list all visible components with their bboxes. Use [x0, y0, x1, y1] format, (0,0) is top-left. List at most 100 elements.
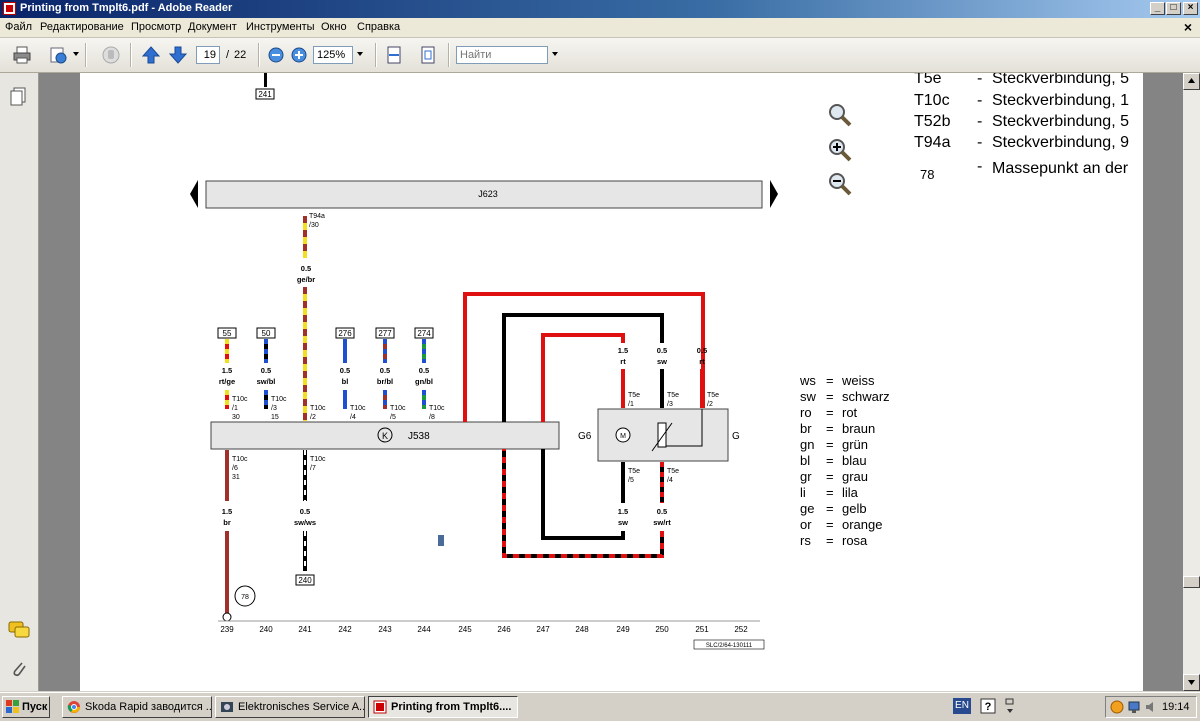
connector-label: T10c: [310, 405, 326, 412]
scroll-up-button[interactable]: [1183, 73, 1200, 90]
connector-pin2: 15: [271, 414, 279, 421]
menu-tools[interactable]: Инструменты: [246, 21, 315, 33]
legend-text: Steckverbindung, 5: [992, 73, 1129, 87]
document-close-button[interactable]: ×: [1184, 19, 1192, 35]
column-number: 240: [259, 625, 273, 634]
taskbar-item-elsa[interactable]: Elektronisches Service A...: [215, 696, 365, 718]
connector-label: T10c: [310, 456, 326, 463]
wire-color: sw/bl: [257, 377, 276, 386]
ref-label: 50: [262, 329, 271, 338]
column-number: 242: [338, 625, 352, 634]
menu-edit[interactable]: Редактирование: [40, 21, 124, 33]
connector-label: T5e: [667, 392, 679, 399]
wire-size: 0.5: [301, 264, 311, 273]
pages-icon[interactable]: [10, 87, 28, 107]
component-legend: T5e - Steckverbindung, 5 T10c - Steckver…: [914, 73, 1129, 182]
connector-label: T5e: [628, 468, 640, 475]
comments-icon[interactable]: [8, 621, 30, 639]
arrow-down-icon: [1188, 680, 1195, 685]
connector-pin: /4: [350, 414, 356, 421]
page-number-input[interactable]: [196, 46, 220, 64]
menu-document[interactable]: Документ: [188, 21, 237, 33]
zoom-level-input[interactable]: [313, 46, 353, 64]
menu-file[interactable]: Файл: [5, 21, 32, 33]
magnifier-icon[interactable]: [829, 104, 852, 127]
ime-icon[interactable]: [1004, 697, 1016, 715]
color-eq: =: [826, 485, 834, 500]
clock: 19:14: [1162, 701, 1190, 713]
chrome-icon: [67, 701, 80, 713]
start-button[interactable]: Пуск: [2, 696, 50, 718]
fit-page-icon[interactable]: [418, 45, 438, 65]
legend-text: Massepunkt an der: [992, 160, 1129, 177]
search-dropdown-arrow[interactable]: [552, 52, 558, 56]
ground-ref-label: 78: [241, 594, 249, 601]
page-total: 22: [234, 49, 247, 61]
zoom-out-icon[interactable]: [266, 45, 286, 65]
email-dropdown-arrow[interactable]: [73, 52, 79, 56]
fit-width-icon[interactable]: [384, 45, 404, 65]
ref-label: 277: [378, 329, 392, 338]
maximize-button[interactable]: □: [1166, 2, 1181, 15]
wire-color: br: [223, 518, 231, 527]
connector-pin: /8: [429, 414, 435, 421]
legend-dash: -: [977, 158, 982, 175]
wire-size: 0.5: [300, 507, 310, 516]
ref-label: 241: [258, 90, 272, 99]
legend-code: T10c: [914, 92, 950, 109]
column-number: 239: [220, 625, 234, 634]
previous-page-icon[interactable]: [141, 45, 161, 65]
toolbar-separator: [448, 43, 450, 67]
scroll-thumb[interactable]: [1183, 576, 1200, 588]
wire-color: ge/br: [297, 275, 315, 284]
legend-code: 78: [920, 167, 934, 182]
hand-tool-icon[interactable]: [101, 45, 121, 65]
minimize-button[interactable]: _: [1150, 2, 1165, 15]
toolbar-separator: [258, 43, 260, 67]
wire-size: 0.5: [419, 366, 429, 375]
vertical-scrollbar[interactable]: [1183, 73, 1200, 691]
module-symbol-label: K: [382, 431, 388, 441]
network-icon[interactable]: [1127, 700, 1141, 714]
menu-help[interactable]: Справка: [357, 21, 400, 33]
taskbar-item-chrome[interactable]: Skoda Rapid заводится ...: [62, 696, 212, 718]
wire-size: 0.5: [340, 366, 350, 375]
help-icon[interactable]: ?: [980, 698, 996, 714]
connector-label: T5e: [707, 392, 719, 399]
color-name: braun: [842, 421, 875, 436]
language-indicator[interactable]: EN: [953, 698, 971, 714]
menu-window[interactable]: Окно: [321, 21, 347, 33]
task-label: Printing from Tmplt6....: [391, 701, 512, 713]
zoom-in-magnifier-icon[interactable]: [829, 139, 852, 162]
wire-size: 1.5: [618, 346, 628, 355]
column-number: 245: [458, 625, 472, 634]
email-icon[interactable]: [48, 45, 68, 65]
legend-code: T52b: [914, 113, 951, 130]
print-icon[interactable]: [12, 45, 32, 65]
windows-logo-icon: [6, 700, 19, 713]
color-eq: =: [826, 437, 834, 452]
column-number: 252: [734, 625, 748, 634]
attachments-icon[interactable]: [10, 659, 28, 679]
next-page-icon[interactable]: [168, 45, 188, 65]
svg-text:?: ?: [985, 701, 992, 713]
color-name: weiss: [841, 373, 875, 388]
task-label: Skoda Rapid заводится ...: [85, 701, 212, 713]
antivirus-icon[interactable]: [1110, 700, 1124, 714]
scroll-down-button[interactable]: [1183, 674, 1200, 691]
taskbar-item-adobe-reader[interactable]: Printing from Tmplt6....: [368, 696, 518, 718]
connector-label: T10c: [390, 405, 406, 412]
column-number: 251: [695, 625, 709, 634]
search-input[interactable]: [456, 46, 548, 64]
connector-pin: /7: [310, 465, 316, 472]
zoom-in-icon[interactable]: [289, 45, 309, 65]
system-tray: 19:14: [1105, 696, 1197, 718]
toolbar: / 22: [0, 38, 1200, 73]
close-button[interactable]: ×: [1183, 2, 1198, 15]
menu-view[interactable]: Просмотр: [131, 21, 181, 33]
zoom-out-magnifier-icon[interactable]: [829, 173, 852, 196]
volume-icon[interactable]: [1144, 700, 1158, 714]
zoom-dropdown-arrow[interactable]: [357, 52, 363, 56]
pdf-page: 241 J623 T94a /30 0.5 ge/br T10c /2 55 1…: [80, 73, 1143, 691]
legend-dash: -: [977, 92, 982, 109]
